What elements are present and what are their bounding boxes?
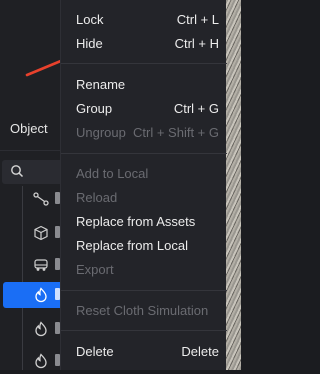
cloth-icon xyxy=(33,287,49,308)
menu-item-export: Export xyxy=(61,259,227,281)
menu-item-shortcut: Ctrl + L xyxy=(176,12,219,27)
cube-icon xyxy=(33,225,49,246)
vehicle-icon xyxy=(33,257,49,278)
menu-item-label: Hide xyxy=(76,36,103,51)
menu-separator xyxy=(61,330,227,331)
menu-separator xyxy=(61,290,227,291)
menu-item-label: Rename xyxy=(76,77,126,92)
menu-item-label: Replace from Local xyxy=(76,238,188,253)
menu-item-replace-from-assets[interactable]: Replace from Assets xyxy=(61,211,227,233)
cloth-icon xyxy=(33,321,49,342)
menu-item-label: Export xyxy=(76,262,114,277)
menu-item-label: Reset Cloth Simulation xyxy=(76,303,209,318)
menu-item-replace-from-local[interactable]: Replace from Local xyxy=(61,235,227,257)
menu-item-reset-cloth-simulation: Reset Cloth Simulation xyxy=(61,300,227,322)
viewport-texture xyxy=(226,0,241,370)
menu-item-label: Lock xyxy=(76,12,104,27)
menu-item-label: Reload xyxy=(76,190,118,205)
menu-item-label: Replace from Assets xyxy=(76,214,196,229)
menu-item-shortcut: Ctrl + H xyxy=(174,36,219,51)
search-icon xyxy=(10,164,24,183)
tab-object[interactable]: Object xyxy=(0,112,60,146)
menu-item-reload: Reload xyxy=(61,187,227,209)
tree-item-selected[interactable] xyxy=(3,282,63,308)
context-menu: Lock Ctrl + L Hide Ctrl + H Rename Group… xyxy=(60,0,227,370)
menu-item-lock[interactable]: Lock Ctrl + L xyxy=(61,9,227,31)
menu-item-group[interactable]: Group Ctrl + G xyxy=(61,98,227,120)
menu-item-ungroup: Ungroup Ctrl + Shift + G xyxy=(61,122,227,144)
cloth-icon xyxy=(33,353,49,374)
menu-item-shortcut: Delete xyxy=(181,344,219,359)
menu-item-shortcut: Ctrl + G xyxy=(173,101,219,116)
menu-separator xyxy=(61,153,227,154)
menu-item-rename[interactable]: Rename xyxy=(61,74,227,96)
menu-item-label: Group xyxy=(76,101,113,116)
menu-item-label: Delete xyxy=(76,344,114,359)
menu-item-shortcut: Ctrl + Shift + G xyxy=(133,125,219,140)
menu-item-delete[interactable]: Delete Delete xyxy=(61,341,227,363)
menu-item-hide[interactable]: Hide Ctrl + H xyxy=(61,33,227,55)
menu-item-label: Add to Local xyxy=(76,166,149,181)
menu-separator xyxy=(61,63,227,64)
tree-guide-line xyxy=(22,186,23,370)
menu-item-add-to-local: Add to Local xyxy=(61,163,227,185)
object-search-input[interactable] xyxy=(2,160,68,184)
menu-item-label: Ungroup xyxy=(76,125,126,140)
bone-icon xyxy=(33,191,49,212)
